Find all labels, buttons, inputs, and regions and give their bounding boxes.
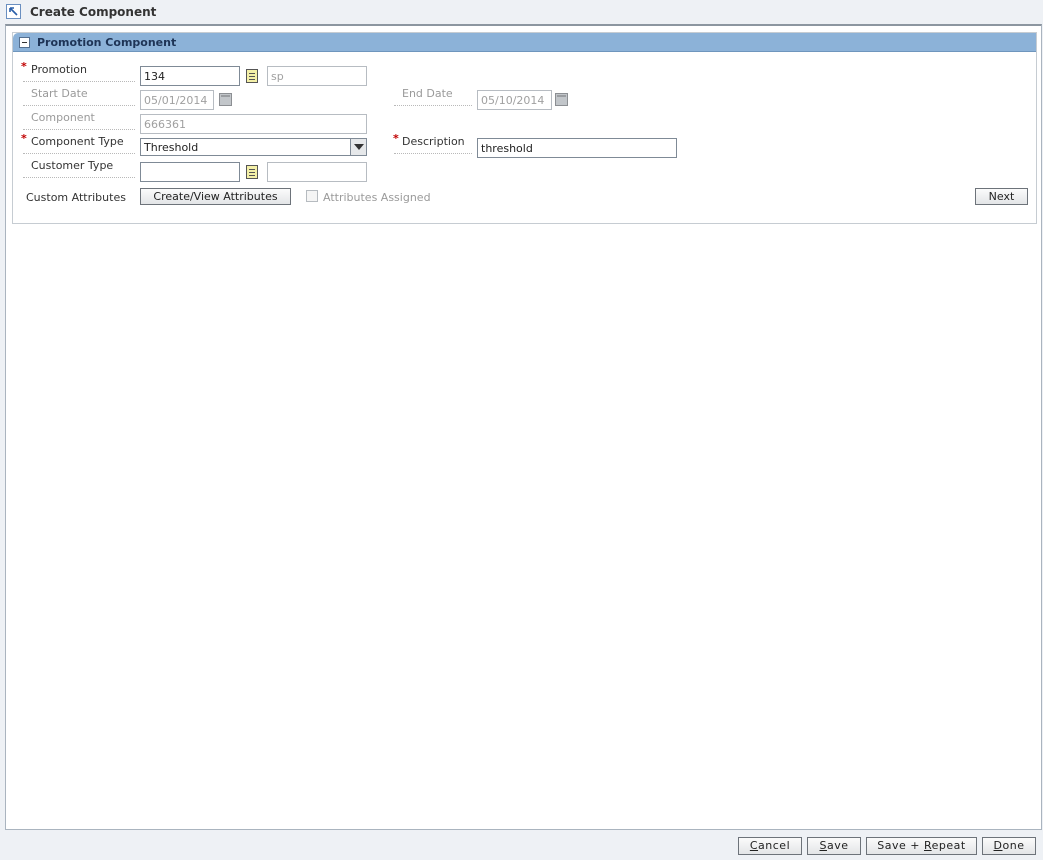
- attributes-assigned-label: Attributes Assigned: [323, 191, 431, 204]
- save-repeat-label: epeat: [931, 839, 966, 852]
- required-marker: *: [21, 132, 27, 145]
- promotion-input[interactable]: 134: [140, 66, 240, 86]
- description-input[interactable]: threshold: [477, 138, 677, 158]
- label-underline: [23, 153, 135, 154]
- component-type-value: Threshold: [144, 141, 199, 154]
- next-button[interactable]: Next: [975, 188, 1028, 205]
- component-label: Component: [31, 111, 95, 124]
- save-button[interactable]: Save: [807, 837, 861, 855]
- title-bar: Create Component: [0, 0, 1043, 24]
- calendar-icon: [219, 93, 232, 106]
- custom-attributes-label: Custom Attributes: [26, 191, 126, 204]
- save-repeat-accelerator: R: [923, 839, 932, 852]
- window-title: Create Component: [30, 5, 157, 19]
- footer-bar: Cancel Save Save + Repeat Done: [0, 831, 1043, 860]
- component-type-select[interactable]: Threshold: [140, 138, 367, 156]
- start-date-field: 05/01/2014: [140, 90, 214, 110]
- customer-type-input[interactable]: [140, 162, 240, 182]
- list-of-values-icon[interactable]: [246, 69, 258, 83]
- component-type-label: Component Type: [31, 135, 124, 148]
- description-label: Description: [402, 135, 465, 148]
- calendar-icon: [555, 93, 568, 106]
- save-accelerator: S: [819, 839, 827, 852]
- label-underline: [23, 81, 135, 82]
- collapse-icon[interactable]: [19, 37, 30, 48]
- end-date-label: End Date: [402, 87, 453, 100]
- end-date-field: 05/10/2014: [477, 90, 552, 110]
- promotion-description-field: sp: [267, 66, 367, 86]
- label-underline: [23, 177, 135, 178]
- customer-type-label: Customer Type: [31, 159, 114, 172]
- label-underline: [23, 105, 135, 106]
- done-label: one: [1002, 839, 1025, 852]
- promotion-label: Promotion: [31, 63, 87, 76]
- customer-type-description-field: [267, 162, 367, 182]
- save-label: ave: [826, 839, 849, 852]
- save-repeat-button[interactable]: Save + Repeat: [866, 837, 977, 855]
- promotion-component-section: Promotion Component * Promotion 134 sp S…: [12, 32, 1037, 224]
- start-date-label: Start Date: [31, 87, 88, 100]
- label-underline: [394, 105, 472, 106]
- save-repeat-prefix: Save +: [877, 839, 924, 852]
- cancel-accelerator: C: [749, 839, 759, 852]
- cancel-label: ancel: [758, 839, 791, 852]
- create-view-attributes-button[interactable]: Create/View Attributes: [140, 188, 291, 205]
- required-marker: *: [393, 132, 399, 145]
- component-field: 666361: [140, 114, 367, 134]
- main-panel: Promotion Component * Promotion 134 sp S…: [5, 24, 1042, 830]
- label-underline: [394, 153, 472, 154]
- create-component-icon: [6, 4, 21, 19]
- section-title: Promotion Component: [37, 36, 177, 49]
- label-underline: [23, 129, 135, 130]
- done-button[interactable]: Done: [982, 837, 1036, 855]
- attributes-assigned-checkbox[interactable]: [306, 190, 318, 202]
- cancel-button[interactable]: Cancel: [738, 837, 802, 855]
- done-accelerator: D: [993, 839, 1003, 852]
- required-marker: *: [21, 60, 27, 73]
- section-header: Promotion Component: [13, 33, 1036, 52]
- list-of-values-icon[interactable]: [246, 165, 258, 179]
- chevron-down-icon[interactable]: [350, 139, 366, 155]
